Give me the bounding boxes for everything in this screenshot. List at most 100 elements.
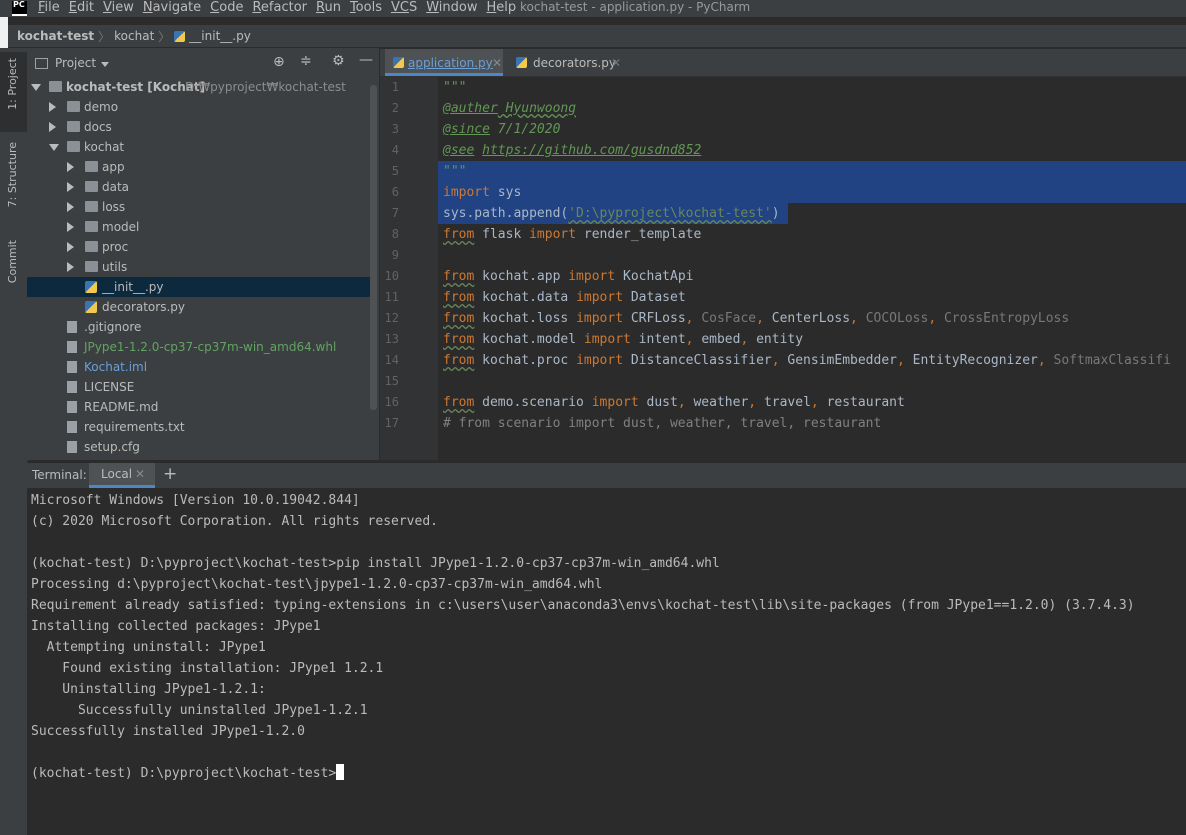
- text-cursor: [336, 764, 345, 780]
- tree-item[interactable]: docs: [27, 117, 372, 137]
- chevron-right-icon[interactable]: [49, 102, 56, 112]
- chevron-right-icon[interactable]: [49, 122, 56, 132]
- menu-item[interactable]: VCS: [391, 0, 417, 16]
- file-icon: [67, 341, 77, 353]
- project-view-selector[interactable]: Project: [55, 56, 96, 70]
- code-editor[interactable]: """ @auther Hyunwoong @since 7/1/2020 @s…: [438, 77, 1186, 460]
- tab-terminal-local[interactable]: Local ✕: [89, 463, 155, 488]
- line-number: 16: [384, 395, 399, 409]
- chevron-down-icon[interactable]: [101, 62, 109, 67]
- menu-item[interactable]: View: [103, 0, 134, 16]
- code-line: @see https://github.com/gusdnd852: [443, 143, 702, 158]
- tree-item-label: Kochat.iml: [84, 360, 148, 374]
- terminal-title: Terminal:: [32, 468, 87, 482]
- tree-item[interactable]: setup.cfg: [27, 437, 372, 457]
- tree-item[interactable]: Kochat.iml: [27, 357, 372, 377]
- close-icon[interactable]: ✕: [492, 49, 502, 77]
- menu-item-label: ode: [219, 0, 244, 15]
- tree-item[interactable]: JPype1-1.2.0-cp37-cp37m-win_amd64.whl: [27, 337, 372, 357]
- tree-item-label: data: [102, 180, 130, 194]
- tree-item-label: model: [102, 220, 140, 234]
- python-file-icon: [174, 30, 186, 42]
- tree-root-path: D:₩pyproject₩kochat-test: [185, 80, 346, 94]
- tool-tab-commit[interactable]: Commit: [6, 240, 19, 283]
- editor-tab-bar: application.py ✕ decorators.py ✕: [380, 49, 1186, 77]
- chevron-down-icon[interactable]: [49, 144, 59, 151]
- tree-item[interactable]: data: [27, 177, 372, 197]
- code-line: from kochat.data import Dataset: [443, 290, 686, 305]
- file-icon: [67, 381, 77, 393]
- tree-item[interactable]: kochat: [27, 137, 372, 157]
- chevron-right-icon[interactable]: [67, 222, 74, 232]
- menu-item[interactable]: Refactor: [252, 0, 307, 16]
- tree-item[interactable]: demo: [27, 97, 372, 117]
- breadcrumb-separator-icon: 〉: [158, 29, 171, 44]
- tree-item[interactable]: model: [27, 217, 372, 237]
- tree-item[interactable]: proc: [27, 237, 372, 257]
- menu-item[interactable]: Window: [426, 0, 477, 16]
- menu-item[interactable]: Tools: [350, 0, 382, 16]
- chevron-right-icon[interactable]: [67, 182, 74, 192]
- line-number: 12: [384, 311, 399, 325]
- tree-item[interactable]: app: [27, 157, 372, 177]
- folder-icon: [85, 181, 98, 192]
- terminal-prompt-line[interactable]: (kochat-test) D:\pyproject\kochat-test>: [31, 763, 345, 784]
- tab-application-py[interactable]: application.py ✕: [385, 49, 503, 76]
- chevron-right-icon[interactable]: [67, 242, 74, 252]
- tree-item[interactable]: .gitignore: [27, 317, 372, 337]
- editor-gutter: 1 2 3 4 5 6 7 8 9 10 11 12 13 14 15 16 17: [380, 77, 438, 460]
- menu-item-label: efactor: [260, 0, 307, 15]
- tree-item[interactable]: loss: [27, 197, 372, 217]
- tool-tab-project[interactable]: 1: Project: [6, 58, 19, 110]
- tree-item[interactable]: LICENSE: [27, 377, 372, 397]
- menu-item-mnemonic: W: [426, 0, 439, 15]
- tree-item[interactable]: requirements.txt: [27, 417, 372, 437]
- tool-tab-structure[interactable]: 7: Structure: [6, 142, 19, 207]
- line-number: 14: [384, 353, 399, 367]
- close-icon[interactable]: ✕: [611, 49, 621, 77]
- menu-item[interactable]: File: [38, 0, 60, 16]
- minimize-icon[interactable]: —: [359, 52, 373, 68]
- terminal-output[interactable]: Microsoft Windows [Version 10.0.19042.84…: [27, 488, 1186, 835]
- tab-decorators-py[interactable]: decorators.py ✕: [508, 49, 626, 76]
- chevron-right-icon[interactable]: [67, 162, 74, 172]
- new-terminal-button[interactable]: +: [163, 464, 177, 484]
- chevron-down-icon[interactable]: [31, 84, 41, 91]
- line-number: 1: [391, 80, 399, 94]
- code-line: from flask import render_template: [443, 227, 702, 242]
- tree-item[interactable]: README.md: [27, 397, 372, 417]
- locate-icon[interactable]: ⊕: [273, 54, 285, 70]
- breadcrumb-item-file[interactable]: __init__.py: [189, 29, 251, 43]
- file-icon: [67, 321, 77, 333]
- chevron-right-icon[interactable]: [67, 202, 74, 212]
- menu-item[interactable]: Edit: [69, 0, 94, 16]
- tree-item[interactable]: __init__.py: [27, 277, 372, 297]
- menu-item[interactable]: Code: [210, 0, 243, 16]
- collapse-all-icon[interactable]: ≑: [300, 53, 312, 69]
- close-icon[interactable]: ✕: [135, 467, 145, 481]
- window-title: kochat-test - application.py - PyCharm: [520, 0, 751, 14]
- menu-item-label: elp: [496, 0, 517, 15]
- tree-item[interactable]: utils: [27, 257, 372, 277]
- chevron-right-icon[interactable]: [67, 262, 74, 272]
- line-number: 15: [384, 374, 399, 388]
- menu-item[interactable]: Help: [487, 0, 517, 16]
- file-icon: [67, 401, 77, 413]
- tree-item[interactable]: decorators.py: [27, 297, 372, 317]
- menu-item[interactable]: Navigate: [143, 0, 201, 16]
- gear-icon[interactable]: ⚙: [332, 53, 345, 69]
- terminal-line: Uninstalling JPype1-1.2.1:: [31, 682, 266, 697]
- breadcrumb-item-folder[interactable]: kochat: [114, 29, 154, 43]
- menu-item[interactable]: Run: [316, 0, 341, 16]
- tree-item-label: requirements.txt: [84, 420, 185, 434]
- code-line: """: [443, 164, 467, 179]
- python-file-icon: [85, 281, 97, 293]
- folder-icon: [85, 161, 98, 172]
- line-number: 5: [391, 164, 399, 178]
- line-number: 8: [391, 227, 399, 241]
- tree-root[interactable]: kochat-test [Kochat] D:₩pyproject₩kochat…: [27, 77, 372, 97]
- line-number: 7: [391, 206, 399, 220]
- breadcrumb-item-project[interactable]: kochat-test: [17, 29, 94, 43]
- project-scrollbar[interactable]: [370, 85, 377, 410]
- folder-icon: [85, 261, 98, 272]
